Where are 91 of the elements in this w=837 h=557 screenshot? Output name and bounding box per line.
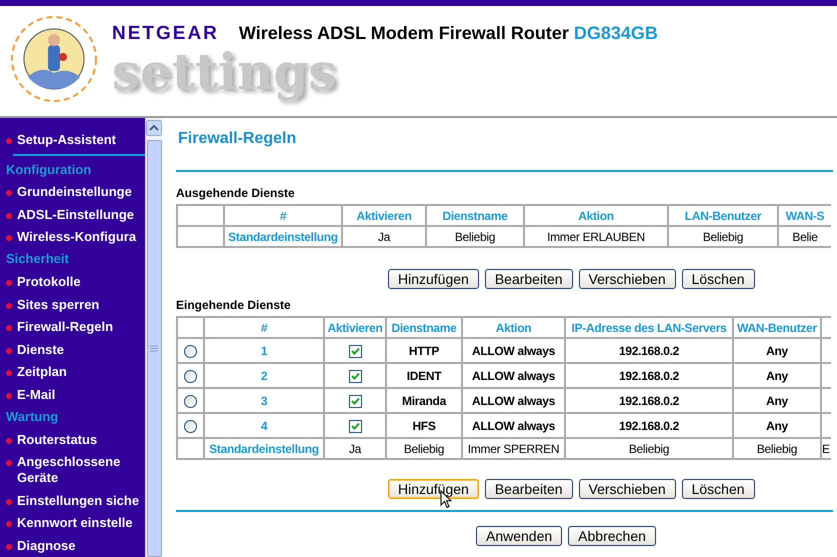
table-cell: E — [822, 442, 830, 456]
table-cell: ALLOW always — [472, 344, 556, 358]
table-cell: 192.168.0.2 — [618, 418, 680, 432]
enable-checkbox[interactable] — [348, 420, 362, 433]
sidebar-link[interactable]: Kennwort einstelle — [6, 512, 145, 534]
column-header: WAN-S — [786, 208, 824, 222]
sidebar-link[interactable]: ADSL-Einstellunge — [6, 203, 145, 226]
column-header: WAN-Benutzer — [737, 320, 817, 334]
sidebar-link[interactable]: Angeschlossene Geräte — [6, 450, 145, 490]
table-cell: Beliebig — [404, 442, 444, 456]
form-button[interactable]: Verschieben — [578, 269, 676, 289]
row-radio[interactable] — [184, 394, 197, 408]
table-cell: 192.168.0.2 — [618, 368, 680, 382]
form-button[interactable]: Anwenden — [476, 526, 562, 546]
enable-checkbox[interactable] — [348, 370, 362, 383]
column-header: Aktivieren — [327, 320, 383, 334]
sidebar-scrollbar[interactable] — [145, 118, 162, 557]
table-cell: Beliebig — [702, 230, 744, 244]
form-button[interactable]: Hinzufügen — [388, 269, 479, 289]
sidebar-link[interactable]: Firewall-Regeln — [6, 316, 145, 338]
sidebar-link[interactable]: Diagnose — [6, 534, 145, 557]
table-cell: IDENT — [406, 368, 442, 382]
sidebar-link[interactable]: Dienste — [6, 338, 145, 361]
section-heading: Eingehende Dienste — [176, 297, 292, 314]
column-header: Aktion — [496, 320, 532, 334]
logo-emblem-icon — [10, 15, 98, 103]
form-button[interactable]: Abbrechen — [568, 526, 656, 546]
scroll-thumb[interactable] — [146, 140, 162, 557]
section-heading: Ausgehende Dienste — [176, 185, 296, 202]
sidebar-link[interactable]: Protokolle — [6, 270, 145, 294]
sidebar-link[interactable]: Grundeinstellunge — [6, 180, 145, 204]
table-cell: Standardeinstellung — [228, 230, 338, 244]
product-title: Wireless ADSL Modem Firewall Router DG834GB — [238, 22, 658, 45]
column-header: LAN-Benutzer — [684, 208, 762, 222]
form-button[interactable]: Bearbeiten — [484, 269, 573, 289]
table-cell: Miranda — [402, 394, 446, 408]
table-cell: Any — [766, 394, 788, 408]
table-cell: Standardeinstellung — [209, 442, 319, 456]
table-cell: 2 — [260, 368, 268, 382]
table-cell: Belie — [792, 230, 818, 244]
brand-logo: NETGEAR — [112, 22, 219, 46]
form-button[interactable]: Löschen — [682, 269, 755, 289]
sidebar-link[interactable]: Setup-Assistent — [6, 128, 145, 151]
grip-icon — [150, 345, 158, 352]
enable-checkbox[interactable] — [348, 394, 362, 408]
table-cell: HTTP — [408, 344, 440, 358]
column-header: Aktivieren — [356, 208, 412, 222]
column-header: Aktion — [578, 208, 614, 222]
table-cell: ALLOW always — [472, 394, 556, 408]
table-cell: Ja — [348, 442, 362, 456]
table-cell: HFS — [412, 418, 436, 432]
table-cell: Immer SPERREN — [468, 442, 560, 456]
table-cell: 192.168.0.2 — [618, 394, 680, 408]
enable-checkbox[interactable] — [348, 344, 362, 358]
sidebar-section-heading: Wartung — [6, 408, 60, 426]
table-cell: Beliebig — [628, 442, 670, 456]
form-button[interactable]: Hinzufügen — [388, 479, 479, 499]
scroll-up-icon[interactable] — [146, 120, 162, 136]
table-cell: 192.168.0.2 — [618, 344, 680, 358]
column-header: IP-Adresse des LAN-Servers — [572, 320, 726, 334]
form-button[interactable]: Löschen — [682, 479, 755, 499]
sidebar-link[interactable]: E-Mail — [6, 384, 145, 406]
page-title: Firewall-Regeln — [177, 129, 298, 149]
table-cell: Any — [766, 368, 788, 382]
column-header: # — [280, 208, 286, 222]
table-cell: 3 — [260, 394, 268, 408]
row-radio[interactable] — [184, 370, 197, 383]
row-radio[interactable] — [184, 344, 197, 358]
table-cell: ALLOW always — [472, 368, 556, 382]
table-cell: Beliebig — [454, 230, 496, 244]
table-cell: Any — [766, 344, 788, 358]
sidebar-link[interactable]: Sites sperren — [6, 293, 145, 316]
table-cell: Beliebig — [756, 442, 798, 456]
table-cell: Any — [766, 418, 788, 432]
sidebar-link[interactable]: Routerstatus — [6, 428, 145, 451]
table-cell: ALLOW always — [472, 418, 556, 432]
form-button[interactable]: Verschieben — [578, 479, 676, 499]
table-cell: Ja — [378, 230, 390, 244]
sidebar-link[interactable]: Zeitplan — [6, 360, 145, 384]
sidebar-section-heading: Sicherheit — [6, 250, 70, 268]
form-button[interactable]: Bearbeiten — [484, 479, 573, 499]
table-cell: Immer ERLAUBEN — [547, 230, 645, 244]
column-header: Dienstname — [391, 320, 457, 334]
row-radio[interactable] — [184, 420, 197, 433]
table-cell: 4 — [260, 418, 268, 432]
sidebar-link[interactable]: Wireless-Konfigura — [6, 226, 145, 248]
sidebar-link[interactable]: Einstellungen siche — [6, 489, 145, 512]
table-cell: 1 — [260, 344, 268, 358]
sidebar-section-heading: Konfiguration — [6, 160, 92, 179]
column-header: Dienstname — [442, 208, 508, 222]
column-header: # — [260, 320, 268, 334]
